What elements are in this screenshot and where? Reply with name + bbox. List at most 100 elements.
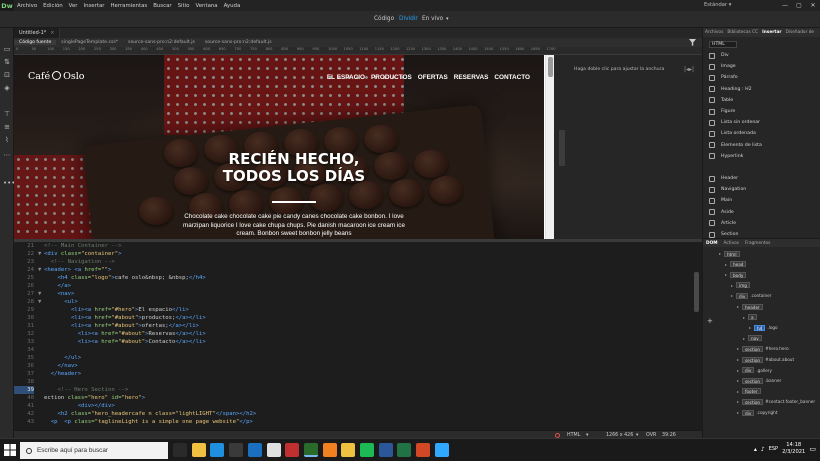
close-tab-icon[interactable]: × xyxy=(50,30,54,36)
dom-panel-tab[interactable]: Activos xyxy=(721,241,743,246)
menu-item[interactable]: Insertar xyxy=(80,3,107,9)
code-line[interactable]: 36 </nav> xyxy=(14,362,77,370)
insert-item[interactable]: Hyperlink xyxy=(709,152,743,161)
dom-node[interactable]: ▸ header xyxy=(737,303,765,310)
task-view-icon[interactable] xyxy=(173,443,187,457)
explorer-2-icon[interactable] xyxy=(341,443,356,457)
media-icon[interactable] xyxy=(285,443,300,457)
code-line[interactable]: 39 <!-- Hero Section --> xyxy=(14,386,128,394)
site-nav-link[interactable]: CONTACTO xyxy=(494,74,530,81)
panel-tab[interactable]: Diseñador de xyxy=(783,30,816,35)
code-line[interactable]: 35 </ul> xyxy=(14,354,81,362)
code-scrollbar-thumb[interactable] xyxy=(694,272,699,312)
resize-arrows-icon[interactable]: |◂▸| xyxy=(684,66,694,73)
inspect-icon[interactable]: ◈ xyxy=(3,84,11,92)
file-explorer-icon[interactable] xyxy=(191,443,206,457)
panel-tab[interactable]: Bibliotecas CC xyxy=(725,30,760,35)
panel-tab[interactable]: Insertar xyxy=(760,30,783,35)
code-line[interactable]: 24 ▼ <header> <a href=""> xyxy=(14,266,111,274)
window-size-dropdown-icon[interactable]: ▾ xyxy=(636,433,638,438)
code-line[interactable]: 40 ection class="hero" id="hero"> xyxy=(14,394,145,402)
dom-node[interactable]: ▸ section #about.about xyxy=(737,356,794,363)
code-line[interactable]: 32 <li><a href="#about">Reservas</a></li… xyxy=(14,330,205,338)
menu-item[interactable]: Buscar xyxy=(150,3,174,9)
code-line[interactable]: 30 <li><a href="#about">productos;</a></… xyxy=(14,314,205,322)
insert-item[interactable]: Figure xyxy=(709,107,735,116)
network-icon[interactable]: ▴ xyxy=(754,446,757,453)
dom-node[interactable]: ▸ head xyxy=(725,261,748,268)
related-file[interactable]: source-sans-pro:n2:default.js xyxy=(200,40,277,45)
insert-mode-indicator[interactable]: OVR xyxy=(646,433,656,438)
related-file[interactable]: source-sans-pro:n2:default.js xyxy=(123,40,200,45)
code-line[interactable]: 26 </a> xyxy=(14,282,71,290)
site-nav-link[interactable]: RESERVAS xyxy=(454,74,489,81)
maximize-button[interactable]: ▢ xyxy=(792,2,806,9)
code-line[interactable]: 23 <!-- Navigation --> xyxy=(14,258,115,266)
indent-icon[interactable]: ≡ xyxy=(3,123,11,131)
source-code-tab[interactable]: Código fuente xyxy=(14,40,57,45)
menu-item[interactable]: Edición xyxy=(40,3,66,9)
dom-panel-tab[interactable]: DOM xyxy=(703,241,721,246)
code-line[interactable]: 34 xyxy=(14,346,44,354)
menu-item[interactable]: Archivo xyxy=(14,3,40,9)
code-view[interactable]: 21 <!-- Main Container --> 22 ▼ <div class="… xyxy=(14,242,702,430)
code-line[interactable]: 41 <div></div> xyxy=(14,402,114,410)
insert-category-select[interactable]: HTML xyxy=(709,41,737,48)
insert-item[interactable]: Aside xyxy=(709,208,734,217)
illustrator-icon[interactable] xyxy=(322,443,337,457)
insert-item[interactable]: Header xyxy=(709,174,738,183)
open-document-icon[interactable]: ▭ xyxy=(3,45,11,53)
dom-node[interactable]: ▸ section #contact.footer_banner xyxy=(737,398,815,405)
code-line[interactable]: 42 <h2 class="hero_headercafe n class="l… xyxy=(14,410,256,418)
preview-scrollbar-thumb[interactable] xyxy=(548,57,553,77)
clock[interactable]: 14:18 2/3/2021 xyxy=(782,442,805,456)
site-nav-link[interactable]: OFERTAS xyxy=(418,74,448,81)
code-line[interactable]: 38 xyxy=(14,378,44,386)
mail-icon[interactable] xyxy=(247,443,262,457)
code-line[interactable]: 37 </header> xyxy=(14,370,81,378)
insert-item[interactable]: Article xyxy=(709,219,736,228)
dom-node[interactable]: ▸ a xyxy=(743,314,759,321)
photoshop-icon[interactable] xyxy=(434,443,449,457)
site-nav-link[interactable]: PRODUCTOS xyxy=(371,74,412,81)
related-file[interactable]: singlePageTemplate.css* xyxy=(56,40,123,45)
live-code-icon[interactable]: ⊡ xyxy=(3,71,11,79)
store-icon[interactable] xyxy=(229,443,244,457)
powerpoint-icon[interactable] xyxy=(416,443,431,457)
format-source-icon[interactable]: ⌇ xyxy=(3,136,11,144)
language-indicator[interactable]: ESP xyxy=(769,446,778,452)
add-element-icon[interactable]: + xyxy=(707,317,713,325)
site-preview[interactable]: Café Oslo EL ESPACIO PRODUCTOS OFERTAS RESER… xyxy=(14,55,544,239)
filter-icon[interactable] xyxy=(689,39,696,46)
document-tab[interactable]: Untitled-1* × xyxy=(14,28,61,38)
code-line[interactable]: 31 <li><a href="#about">ofertas;</a></li… xyxy=(14,322,199,330)
chrome-icon[interactable] xyxy=(266,443,281,457)
insert-item[interactable]: Lista ordenada xyxy=(709,129,756,138)
code-line[interactable]: 29 <li><a href="#hero">El espacio</li> xyxy=(14,306,189,314)
menu-item[interactable]: Sitio xyxy=(175,3,193,9)
insert-item[interactable]: Navigation xyxy=(709,185,746,194)
dom-panel-tab[interactable]: Fragmentos xyxy=(742,241,773,246)
taskbar-search[interactable]: Escribe aquí para buscar xyxy=(20,442,168,459)
live-view-dropdown-icon[interactable]: ▾ xyxy=(446,16,449,22)
wrap-tag-icon[interactable]: ⊤ xyxy=(3,110,11,118)
insert-item[interactable]: Párrafo xyxy=(709,73,738,82)
volume-icon[interactable]: ♪ xyxy=(761,446,765,453)
word-icon[interactable] xyxy=(378,443,393,457)
insert-item[interactable]: Image xyxy=(709,62,736,71)
code-line[interactable]: 28 ▼ <ul> xyxy=(14,298,77,306)
code-line[interactable]: 33 <li><a href="#about">Contacto</a></li… xyxy=(14,338,205,346)
close-window-button[interactable]: ✕ xyxy=(806,2,820,9)
menu-item[interactable]: Ventana xyxy=(192,3,220,9)
excel-icon[interactable] xyxy=(397,443,412,457)
dom-node[interactable]: ▸ div .copyright xyxy=(737,409,777,416)
resize-handle[interactable] xyxy=(559,130,565,166)
dom-node[interactable]: ▸ div .gallery xyxy=(737,367,772,374)
window-size-selector[interactable]: 1266 x 426 xyxy=(606,433,633,438)
code-view-button[interactable]: Código xyxy=(374,16,394,22)
minimize-button[interactable]: — xyxy=(778,2,792,9)
insert-item[interactable]: Div xyxy=(709,51,729,60)
notifications-icon[interactable]: ▭ xyxy=(809,445,816,453)
dom-node[interactable]: ▸ html xyxy=(719,250,742,257)
dom-node[interactable]: ▸ nav xyxy=(743,335,764,342)
